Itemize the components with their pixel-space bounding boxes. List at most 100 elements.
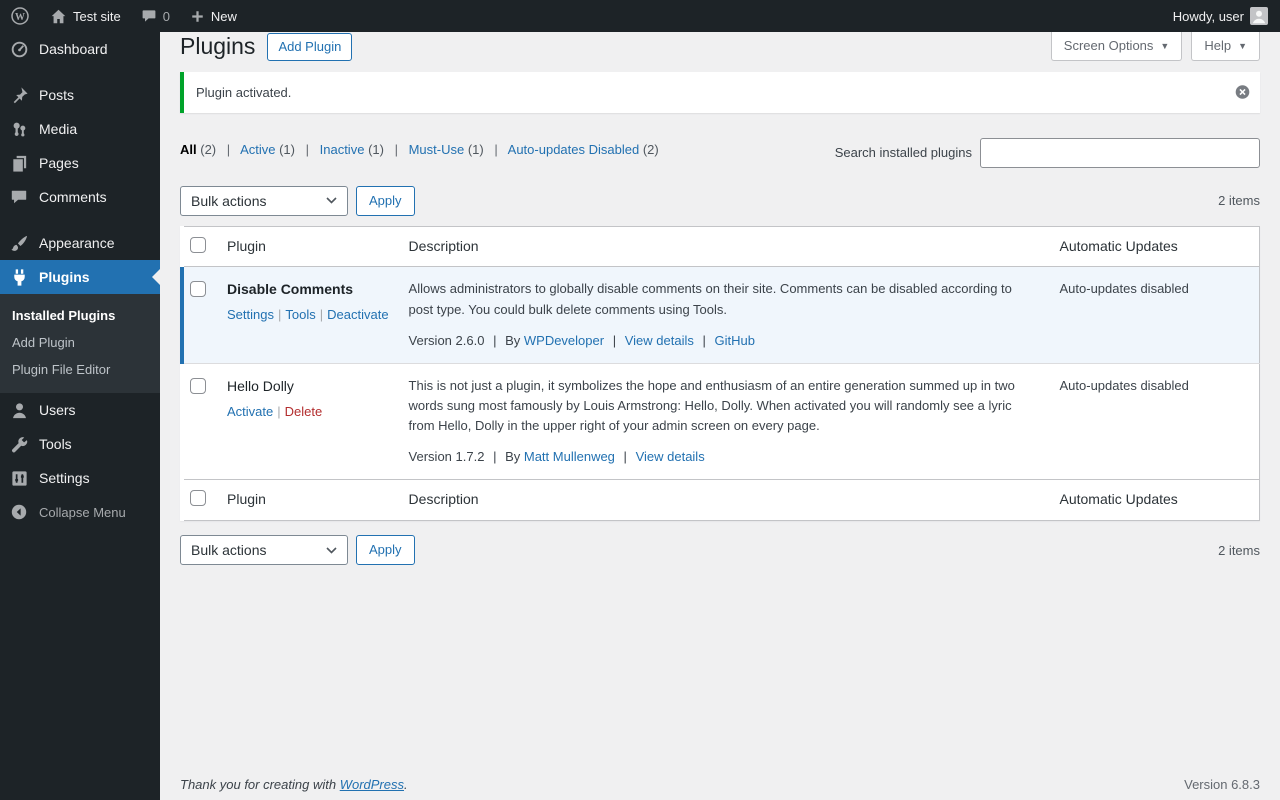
tools-link[interactable]: Tools bbox=[285, 307, 315, 322]
comments-icon bbox=[9, 187, 29, 207]
brush-icon bbox=[9, 233, 29, 253]
table-row-disable-comments: Disable Comments Settings | Tools | Deactiva… bbox=[180, 266, 1260, 364]
plugins-submenu: Installed Plugins Add Plugin Plugin File… bbox=[0, 294, 160, 393]
column-header-description: Description bbox=[398, 226, 1050, 268]
chevron-down-icon: ▼ bbox=[1238, 41, 1247, 51]
status-filters: All (2) | Active (1) | Inactive (1) | Mu… bbox=[180, 141, 659, 157]
sidebar-item-appearance[interactable]: Appearance bbox=[0, 226, 160, 260]
delete-link[interactable]: Delete bbox=[285, 404, 323, 419]
sidebar-label: Dashboard bbox=[39, 41, 108, 57]
auto-updates-status: Auto-updates disabled bbox=[1059, 281, 1189, 297]
sidebar-item-users[interactable]: Users bbox=[0, 393, 160, 427]
footer-thanks: Thank you for creating with WordPress. bbox=[180, 777, 408, 792]
comments-bubble-link[interactable]: 0 bbox=[131, 0, 180, 32]
sidebar-item-dashboard[interactable]: Dashboard bbox=[0, 32, 160, 66]
chevron-down-icon bbox=[326, 197, 337, 205]
help-button[interactable]: Help ▼ bbox=[1191, 32, 1260, 61]
notice-success: Plugin activated. bbox=[180, 71, 1260, 113]
howdy-label: Howdy, user bbox=[1172, 8, 1244, 24]
sidebar-item-plugins[interactable]: Plugins bbox=[0, 260, 160, 294]
site-name-link[interactable]: Test site bbox=[40, 0, 131, 32]
sidebar-label: Media bbox=[39, 121, 78, 137]
plugin-name: Disable Comments bbox=[227, 281, 354, 298]
plugin-name: Hello Dolly bbox=[227, 377, 294, 394]
filter-autoupdates-disabled[interactable]: Auto-updates Disabled bbox=[508, 142, 640, 157]
search-input[interactable] bbox=[980, 137, 1260, 168]
notice-message: Plugin activated. bbox=[196, 84, 292, 100]
column-header-plugin[interactable]: Plugin bbox=[217, 226, 399, 268]
activate-link[interactable]: Activate bbox=[227, 404, 273, 419]
sidebar-label: Tools bbox=[39, 436, 72, 452]
sidebar-label: Pages bbox=[39, 155, 79, 171]
dashboard-icon bbox=[9, 39, 29, 59]
apply-button-bottom[interactable]: Apply bbox=[356, 535, 415, 566]
column-footer-plugin[interactable]: Plugin bbox=[217, 479, 399, 521]
row-checkbox[interactable] bbox=[190, 377, 206, 394]
plugins-table: Plugin Description Automatic Updates Dis… bbox=[180, 225, 1260, 522]
help-label: Help bbox=[1204, 38, 1232, 53]
footer-version: Version 6.8.3 bbox=[1184, 777, 1260, 792]
row-checkbox[interactable] bbox=[190, 281, 206, 298]
view-details-link[interactable]: View details bbox=[636, 449, 705, 464]
chevron-down-icon bbox=[326, 546, 337, 554]
bulk-actions-select-bottom[interactable]: Bulk actions bbox=[180, 535, 348, 566]
new-content-menu[interactable]: New bbox=[180, 0, 247, 32]
sidebar-item-pages[interactable]: Pages bbox=[0, 146, 160, 180]
wordpress-logo-menu[interactable]: W bbox=[0, 0, 40, 32]
github-link[interactable]: GitHub bbox=[715, 333, 755, 348]
screen-options-button[interactable]: Screen Options ▼ bbox=[1050, 32, 1183, 61]
view-details-link[interactable]: View details bbox=[625, 333, 694, 348]
svg-text:W: W bbox=[15, 12, 25, 23]
items-count: 2 items bbox=[1218, 193, 1260, 209]
sidebar-item-posts[interactable]: Posts bbox=[0, 78, 160, 112]
submenu-installed-plugins[interactable]: Installed Plugins bbox=[0, 302, 160, 329]
submenu-plugin-file-editor[interactable]: Plugin File Editor bbox=[0, 356, 160, 383]
main-content: Screen Options ▼ Help ▼ Plugins Add Plug… bbox=[160, 32, 1280, 800]
column-footer-auto-updates: Automatic Updates bbox=[1049, 479, 1260, 521]
admin-bar: W Test site 0 New Howdy, user bbox=[0, 0, 1280, 32]
filter-must-use[interactable]: Must-Use bbox=[409, 142, 465, 157]
admin-footer: Thank you for creating with WordPress. V… bbox=[180, 777, 1260, 792]
apply-button[interactable]: Apply bbox=[356, 185, 415, 216]
bulk-actions-select[interactable]: Bulk actions bbox=[180, 185, 348, 216]
filter-inactive[interactable]: Inactive bbox=[320, 142, 365, 157]
sidebar-item-settings[interactable]: Settings bbox=[0, 461, 160, 495]
dismiss-notice-button[interactable] bbox=[1234, 84, 1251, 101]
comment-count: 0 bbox=[162, 8, 170, 24]
filter-active[interactable]: Active bbox=[240, 142, 275, 157]
comment-bubble-icon bbox=[141, 8, 157, 24]
sidebar-item-tools[interactable]: Tools bbox=[0, 427, 160, 461]
page-title: Plugins bbox=[180, 33, 256, 59]
wordpress-logo-icon: W bbox=[10, 6, 30, 26]
settings-link[interactable]: Settings bbox=[227, 307, 274, 322]
sidebar-label: Appearance bbox=[39, 235, 115, 251]
my-account-menu[interactable]: Howdy, user bbox=[1161, 0, 1280, 32]
add-plugin-button[interactable]: Add Plugin bbox=[267, 33, 353, 61]
site-name-label: Test site bbox=[73, 8, 121, 24]
sidebar-item-comments[interactable]: Comments bbox=[0, 180, 160, 214]
author-link[interactable]: Matt Mullenweg bbox=[524, 449, 615, 464]
admin-sidebar: Dashboard Posts Media Pages Comments App… bbox=[0, 32, 160, 800]
column-footer-description: Description bbox=[398, 479, 1050, 521]
sidebar-label: Users bbox=[39, 402, 76, 418]
deactivate-link[interactable]: Deactivate bbox=[327, 307, 388, 322]
collapse-menu-button[interactable]: Collapse Menu bbox=[0, 495, 160, 529]
sidebar-label: Posts bbox=[39, 87, 75, 103]
pages-icon bbox=[9, 153, 29, 173]
pushpin-icon bbox=[9, 85, 29, 105]
sidebar-item-media[interactable]: Media bbox=[0, 112, 160, 146]
users-icon bbox=[9, 400, 29, 420]
auto-updates-status: Auto-updates disabled bbox=[1059, 377, 1189, 393]
select-all-checkbox[interactable] bbox=[190, 236, 206, 253]
chevron-down-icon: ▼ bbox=[1160, 41, 1170, 51]
select-all-checkbox[interactable] bbox=[190, 490, 206, 507]
sidebar-label: Settings bbox=[39, 470, 90, 486]
submenu-add-plugin[interactable]: Add Plugin bbox=[0, 329, 160, 356]
author-link[interactable]: WPDeveloper bbox=[524, 333, 604, 348]
plugin-description: This is not just a plugin, it symbolizes… bbox=[408, 377, 1015, 434]
settings-icon bbox=[9, 468, 29, 488]
plus-icon bbox=[190, 9, 205, 24]
filter-all[interactable]: All bbox=[180, 142, 197, 157]
screen-options-label: Screen Options bbox=[1063, 38, 1154, 53]
wordpress-link[interactable]: WordPress bbox=[340, 777, 404, 792]
